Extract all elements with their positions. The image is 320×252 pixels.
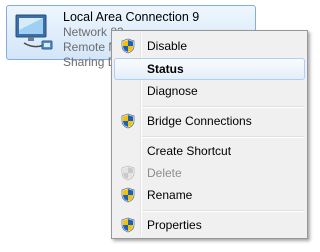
menu-item-label: Delete	[147, 166, 182, 180]
menu-item-label: Properties	[147, 218, 202, 232]
context-menu: Disable Status Diagnose Bridge Connectio…	[111, 30, 308, 239]
menu-separator	[142, 210, 304, 212]
menu-item-properties[interactable]: Properties	[114, 214, 305, 236]
connection-name: Local Area Connection 9	[63, 10, 200, 24]
uac-shield-icon	[121, 165, 135, 181]
menu-item-rename[interactable]: Rename	[114, 184, 305, 206]
menu-separator	[142, 106, 304, 108]
uac-shield-icon	[121, 113, 135, 129]
menu-item-label: Diagnose	[147, 84, 198, 98]
menu-item-create-shortcut[interactable]: Create Shortcut	[114, 140, 305, 162]
menu-item-bridge-connections[interactable]: Bridge Connections	[114, 110, 305, 132]
menu-item-diagnose[interactable]: Diagnose	[114, 80, 305, 102]
uac-shield-icon	[121, 187, 135, 203]
menu-item-label: Bridge Connections	[147, 114, 252, 128]
menu-item-status[interactable]: Status	[114, 58, 305, 80]
uac-shield-icon	[121, 217, 135, 233]
menu-item-label: Status	[147, 62, 184, 76]
menu-item-delete: Delete	[114, 162, 305, 184]
uac-shield-icon	[121, 38, 135, 54]
menu-item-label: Disable	[147, 39, 188, 53]
menu-item-label: Create Shortcut	[147, 144, 232, 158]
menu-item-label: Rename	[147, 188, 193, 202]
network-adapter-icon	[15, 14, 53, 50]
menu-separator	[142, 136, 304, 138]
menu-item-disable[interactable]: Disable	[114, 35, 305, 57]
